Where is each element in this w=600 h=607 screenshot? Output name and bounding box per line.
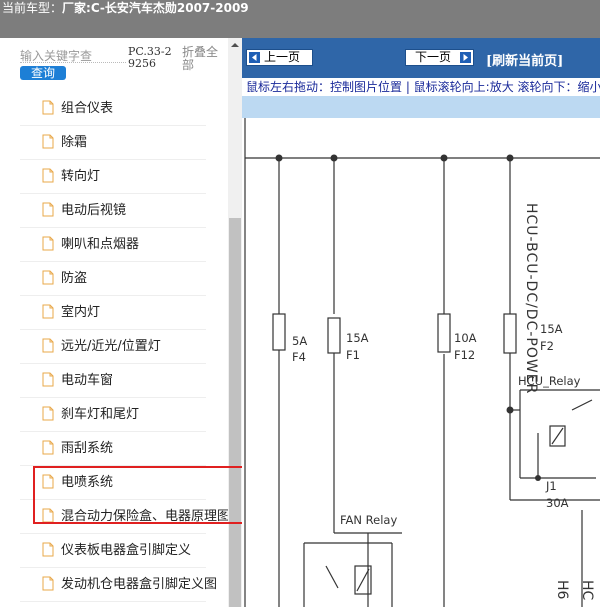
fan-relay-label: FAN Relay (340, 513, 397, 527)
tree-item-label: 转向灯 (61, 169, 101, 184)
tree-item[interactable]: 雨刮系统 (20, 432, 206, 466)
sidebar: 查询 PC.33-29256 折叠全部 组合仪表 除霜 转向灯 电动后视镜 喇叭… (0, 38, 242, 607)
scroll-up-arrow-icon[interactable] (228, 38, 242, 52)
tree-item-label: 雨刮系统 (61, 441, 114, 456)
tree-item-label: 除霜 (61, 135, 88, 150)
tree-item[interactable]: 混合动力保险盒、电器原理图 (20, 500, 228, 534)
fuse-rating: 15A (540, 322, 563, 336)
arrow-left-icon (249, 52, 260, 63)
document-icon (42, 134, 54, 149)
j1-rating: 30A (546, 496, 569, 510)
document-icon (42, 168, 54, 183)
usage-hint: 鼠标左右拖动：控制图片位置 | 鼠标滚轮向上:放大 滚轮向下：缩小 (246, 79, 600, 96)
collapse-all-link[interactable]: 折叠全部 (182, 46, 222, 72)
hcu-relay-label: HCU_Relay (518, 374, 581, 388)
document-icon (42, 236, 54, 251)
fuse-name: F4 (292, 350, 306, 364)
document-icon (42, 576, 54, 591)
tree-item[interactable]: 转向灯 (20, 160, 206, 194)
fuse-name: F2 (540, 339, 554, 353)
search-input[interactable] (20, 49, 126, 63)
search-button[interactable]: 查询 (20, 66, 66, 80)
document-icon (42, 338, 54, 353)
tree-item[interactable]: 电喷系统 (20, 466, 206, 500)
current-car-model: 当前车型：厂家:C-长安汽车杰勋2007-2009 (2, 0, 249, 16)
tree-item[interactable]: 远光/近光/位置灯 (20, 330, 206, 364)
previous-page-label: 上一页 (264, 50, 301, 64)
arrow-right-icon (460, 52, 471, 63)
viewer-toolbar: 上一页 下一页 [刷新当前页] (242, 38, 600, 78)
refresh-page-link[interactable]: [刷新当前页] (486, 54, 563, 69)
document-icon (42, 406, 54, 421)
tree-item-label: 电喷系统 (61, 475, 114, 490)
tree-item[interactable]: 防盗 (20, 262, 206, 296)
top-bar: 当前车型：厂家:C-长安汽车杰勋2007-2009 (0, 0, 600, 38)
tree-item-label: 远光/近光/位置灯 (61, 339, 161, 354)
fuse-rating: 15A (346, 331, 369, 345)
tree-item[interactable]: 发动机仓电器盒引脚定义图 (20, 568, 217, 602)
tree-item[interactable]: 电动车窗 (20, 364, 206, 398)
document-icon (42, 508, 54, 523)
tree-item-label: 发动机仓电器盒引脚定义图 (61, 577, 218, 592)
hc-label: HC (579, 580, 595, 601)
tree-item-label: 刹车灯和尾灯 (61, 407, 140, 422)
tree-item-label: 电动后视镜 (61, 203, 127, 218)
previous-page-button[interactable]: 上一页 (246, 49, 313, 66)
tree-item[interactable]: 组合仪表 (20, 92, 206, 126)
car-prefix: 当前车型： (2, 1, 63, 15)
pc-code: PC.33-29256 (128, 45, 172, 70)
tree-item[interactable]: 电动后视镜 (20, 194, 206, 228)
sidebar-scrollbar[interactable] (228, 38, 242, 607)
document-icon (42, 270, 54, 285)
document-icon (42, 372, 54, 387)
next-page-label: 下一页 (415, 50, 452, 64)
viewer-header-strip (242, 96, 600, 118)
tree-item-label: 混合动力保险盒、电器原理图 (61, 509, 228, 524)
tree-item-label: 电动车窗 (61, 373, 114, 388)
document-icon (42, 542, 54, 557)
tree-item[interactable]: 刹车灯和尾灯 (20, 398, 206, 432)
tree-item[interactable]: 仪表板电器盒引脚定义 (20, 534, 206, 568)
tree-list: 组合仪表 除霜 转向灯 电动后视镜 喇叭和点烟器 防盗 室内灯 远光/近光/位置… (0, 92, 228, 607)
next-page-button[interactable]: 下一页 (405, 49, 474, 66)
fuse-rating: 10A (454, 331, 477, 345)
tree-item[interactable]: 除霜 (20, 126, 206, 160)
scrollbar-thumb[interactable] (229, 218, 241, 607)
tree-item[interactable]: 喇叭和点烟器 (20, 228, 206, 262)
junction-dots (275, 154, 541, 481)
search-area: 查询 PC.33-29256 折叠全部 (0, 38, 228, 92)
tree-item-label: 仪表板电器盒引脚定义 (61, 543, 192, 558)
document-icon (42, 304, 54, 319)
fuse-name: F12 (454, 348, 475, 362)
wiring-diagram[interactable]: HCU-BCU-DC/DC-POWER 5A F4 15A F1 10A F12… (242, 118, 600, 607)
diagram-viewer: 上一页 下一页 [刷新当前页] 鼠标左右拖动：控制图片位置 | 鼠标滚轮向上:放… (242, 38, 600, 607)
tree-item[interactable]: 室内灯 (20, 296, 206, 330)
document-icon (42, 474, 54, 489)
document-icon (42, 202, 54, 217)
document-icon (42, 440, 54, 455)
tree-item-label: 组合仪表 (61, 101, 114, 116)
document-icon (42, 100, 54, 115)
tree-item-label: 喇叭和点烟器 (61, 237, 140, 252)
fuses (272, 313, 517, 354)
bus-label: HCU-BCU-DC/DC-POWER (523, 203, 539, 394)
tree-item-label: 防盗 (61, 271, 88, 286)
fuse-rating: 5A (292, 334, 307, 348)
j1-label: J1 (545, 479, 557, 493)
h6-label: H6 (554, 580, 570, 600)
fuse-name: F1 (346, 348, 360, 362)
tree-item-label: 室内灯 (61, 305, 101, 320)
car-name: 厂家:C-长安汽车杰勋2007-2009 (62, 1, 249, 15)
